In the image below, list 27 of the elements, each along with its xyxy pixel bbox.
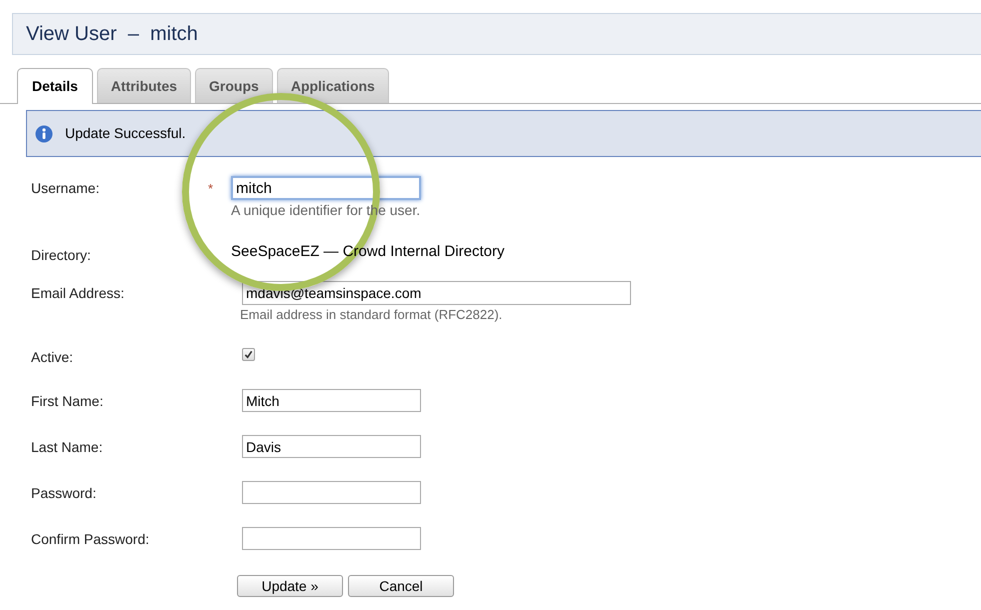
page-title: View User – mitch <box>26 22 198 47</box>
active-checkbox[interactable] <box>242 348 255 361</box>
tab[interactable]: Groups <box>195 68 273 103</box>
text-field[interactable]: mitch <box>231 176 421 200</box>
field-label: Password: <box>30 484 98 503</box>
message-text: Update Successful. <box>65 124 186 143</box>
text-field[interactable] <box>242 481 421 504</box>
text-field[interactable] <box>242 527 421 550</box>
text-field[interactable]: mdavis@teamsinspace.com <box>242 281 631 305</box>
cancel-button[interactable]: Cancel <box>348 575 454 597</box>
required-asterisk: * <box>208 181 214 196</box>
field-label: Directory: <box>30 246 92 265</box>
text-field[interactable]: Davis <box>242 435 421 458</box>
field-label: First Name: <box>30 392 104 411</box>
checkmark-icon <box>244 350 253 359</box>
field-label: Active: <box>30 348 74 367</box>
text-field[interactable]: Mitch <box>242 389 421 412</box>
field-label: Email Address: <box>30 284 126 303</box>
field-label: Last Name: <box>30 438 104 457</box>
field-hint: Email address in standard format (RFC2822). <box>240 306 504 324</box>
tab[interactable]: Applications <box>276 68 389 103</box>
tab[interactable]: Details <box>17 68 93 104</box>
field-label: Username: <box>30 179 100 198</box>
info-icon <box>35 124 53 142</box>
update-button[interactable]: Update » <box>237 575 343 597</box>
tab[interactable]: Attributes <box>96 68 192 103</box>
field-label: Confirm Password: <box>30 530 150 549</box>
